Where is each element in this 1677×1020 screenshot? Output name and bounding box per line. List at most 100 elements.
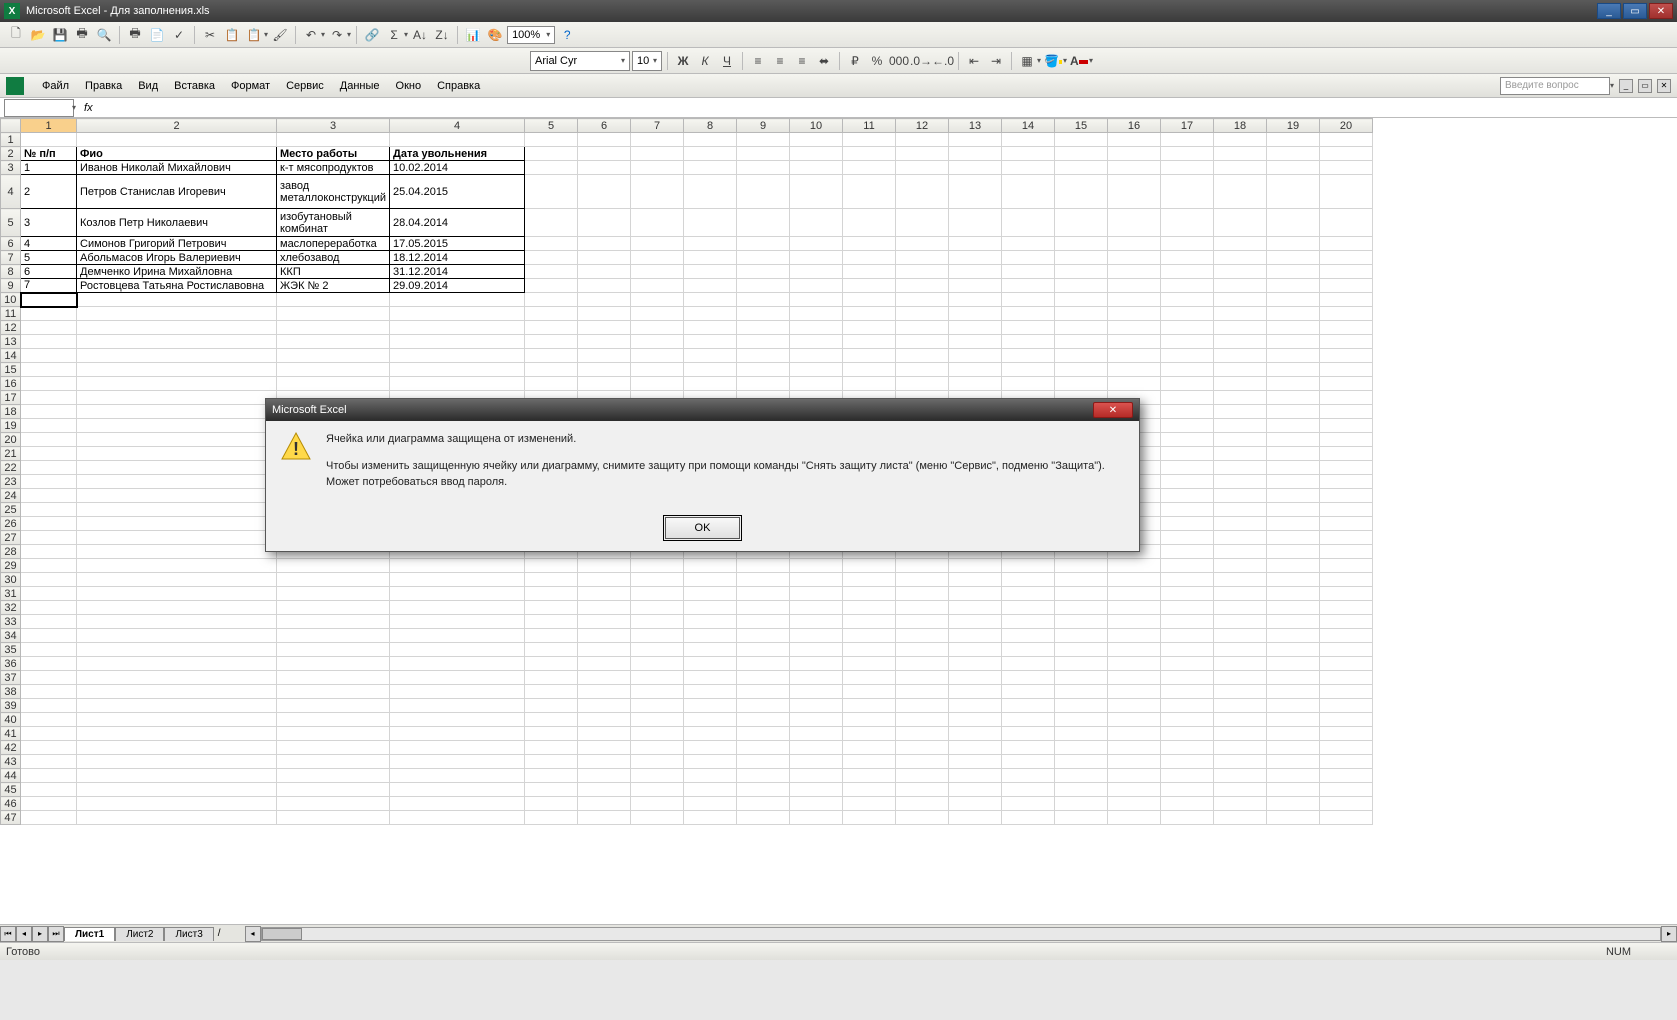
row-header[interactable]: 12 (1, 321, 21, 335)
row-header[interactable]: 38 (1, 685, 21, 699)
doc-restore-button[interactable]: ▭ (1638, 79, 1652, 93)
row-header[interactable]: 10 (1, 293, 21, 307)
print-icon[interactable]: 🖶 (72, 25, 92, 45)
hscroll-left[interactable]: ◂ (245, 926, 261, 942)
menu-сервис[interactable]: Сервис (278, 77, 332, 95)
comma-icon[interactable]: 000 (889, 51, 909, 71)
tab-nav-next[interactable]: ▸ (32, 926, 48, 942)
row-header[interactable]: 19 (1, 419, 21, 433)
autosum-icon[interactable]: Σ (384, 25, 404, 45)
print3-icon[interactable]: 📄 (147, 25, 167, 45)
row-header[interactable]: 30 (1, 573, 21, 587)
col-header[interactable]: 6 (578, 119, 631, 133)
menu-вид[interactable]: Вид (130, 77, 166, 95)
row-header[interactable]: 2 (1, 147, 21, 161)
format-painter-icon[interactable]: 🖌 (270, 25, 290, 45)
row-header[interactable]: 11 (1, 307, 21, 321)
row-header[interactable]: 7 (1, 251, 21, 265)
row-header[interactable]: 33 (1, 615, 21, 629)
doc-close-button[interactable]: ✕ (1657, 79, 1671, 93)
col-header[interactable]: 1 (21, 119, 77, 133)
row-header[interactable]: 27 (1, 531, 21, 545)
sheet-tab[interactable]: Лист3 (164, 927, 213, 941)
redo-icon[interactable]: ↷ (327, 25, 347, 45)
row-header[interactable]: 9 (1, 279, 21, 293)
new-file-icon[interactable]: 🗋 (6, 25, 26, 45)
row-header[interactable]: 39 (1, 699, 21, 713)
window-close-button[interactable]: ✕ (1649, 3, 1673, 19)
col-header[interactable]: 3 (277, 119, 390, 133)
row-header[interactable]: 8 (1, 265, 21, 279)
row-header[interactable]: 46 (1, 797, 21, 811)
menu-формат[interactable]: Формат (223, 77, 278, 95)
menu-справка[interactable]: Справка (429, 77, 488, 95)
row-header[interactable]: 18 (1, 405, 21, 419)
underline-icon[interactable]: Ч (717, 51, 737, 71)
row-header[interactable]: 6 (1, 237, 21, 251)
tab-nav-last[interactable]: ⏭ (48, 926, 64, 942)
col-header[interactable]: 2 (77, 119, 277, 133)
dialog-ok-button[interactable]: OK (665, 517, 740, 539)
row-header[interactable]: 20 (1, 433, 21, 447)
col-header[interactable]: 11 (843, 119, 896, 133)
row-header[interactable]: 40 (1, 713, 21, 727)
col-header[interactable]: 17 (1161, 119, 1214, 133)
row-header[interactable]: 23 (1, 475, 21, 489)
row-header[interactable]: 16 (1, 377, 21, 391)
col-header[interactable]: 20 (1320, 119, 1373, 133)
col-header[interactable]: 14 (1002, 119, 1055, 133)
col-header[interactable]: 10 (790, 119, 843, 133)
row-header[interactable]: 44 (1, 769, 21, 783)
help-icon[interactable]: ? (557, 25, 577, 45)
tab-nav-first[interactable]: ⏮ (0, 926, 16, 942)
paste-icon[interactable]: 📋 (244, 25, 264, 45)
ask-question-box[interactable]: Введите вопрос (1500, 77, 1610, 95)
percent-icon[interactable]: % (867, 51, 887, 71)
italic-icon[interactable]: К (695, 51, 715, 71)
sheet-tab[interactable]: Лист2 (115, 927, 164, 941)
row-header[interactable]: 3 (1, 161, 21, 175)
row-header[interactable]: 29 (1, 559, 21, 573)
row-header[interactable]: 34 (1, 629, 21, 643)
fill-color-icon[interactable]: 🪣 (1043, 51, 1063, 71)
hscroll-right[interactable]: ▸ (1661, 926, 1677, 942)
borders-icon[interactable]: ▦ (1017, 51, 1037, 71)
open-file-icon[interactable]: 📂 (28, 25, 48, 45)
row-header[interactable]: 22 (1, 461, 21, 475)
menu-правка[interactable]: Правка (77, 77, 130, 95)
row-header[interactable]: 41 (1, 727, 21, 741)
row-header[interactable]: 21 (1, 447, 21, 461)
hyperlink-icon[interactable]: 🔗 (362, 25, 382, 45)
increase-indent-icon[interactable]: ⇥ (986, 51, 1006, 71)
align-right-icon[interactable]: ≡ (792, 51, 812, 71)
drawing-icon[interactable]: 🎨 (485, 25, 505, 45)
window-maximize-button[interactable]: ▭ (1623, 3, 1647, 19)
menu-файл[interactable]: Файл (34, 77, 77, 95)
col-header[interactable]: 4 (390, 119, 525, 133)
font-size-box[interactable]: 10▾ (632, 51, 662, 71)
col-header[interactable]: 15 (1055, 119, 1108, 133)
fx-label[interactable]: fx (84, 102, 93, 114)
font-name-box[interactable]: Arial Cyr▾ (530, 51, 630, 71)
active-cell[interactable] (21, 293, 77, 307)
menu-вставка[interactable]: Вставка (166, 77, 223, 95)
window-minimize-button[interactable]: _ (1597, 3, 1621, 19)
row-header[interactable]: 13 (1, 335, 21, 349)
col-header[interactable]: 16 (1108, 119, 1161, 133)
sort-desc-icon[interactable]: Z↓ (432, 25, 452, 45)
row-header[interactable]: 15 (1, 363, 21, 377)
col-header[interactable]: 12 (896, 119, 949, 133)
col-header[interactable]: 13 (949, 119, 1002, 133)
save-icon[interactable]: 💾 (50, 25, 70, 45)
row-header[interactable]: 1 (1, 133, 21, 147)
sheet-tab[interactable]: Лист1 (64, 927, 115, 941)
col-header[interactable]: 18 (1214, 119, 1267, 133)
chart-wizard-icon[interactable]: 📊 (463, 25, 483, 45)
align-center-icon[interactable]: ≡ (770, 51, 790, 71)
col-header[interactable]: 5 (525, 119, 578, 133)
row-header[interactable]: 35 (1, 643, 21, 657)
align-left-icon[interactable]: ≡ (748, 51, 768, 71)
currency-icon[interactable]: ₽ (845, 51, 865, 71)
row-header[interactable]: 24 (1, 489, 21, 503)
spellcheck-icon[interactable]: ✓ (169, 25, 189, 45)
